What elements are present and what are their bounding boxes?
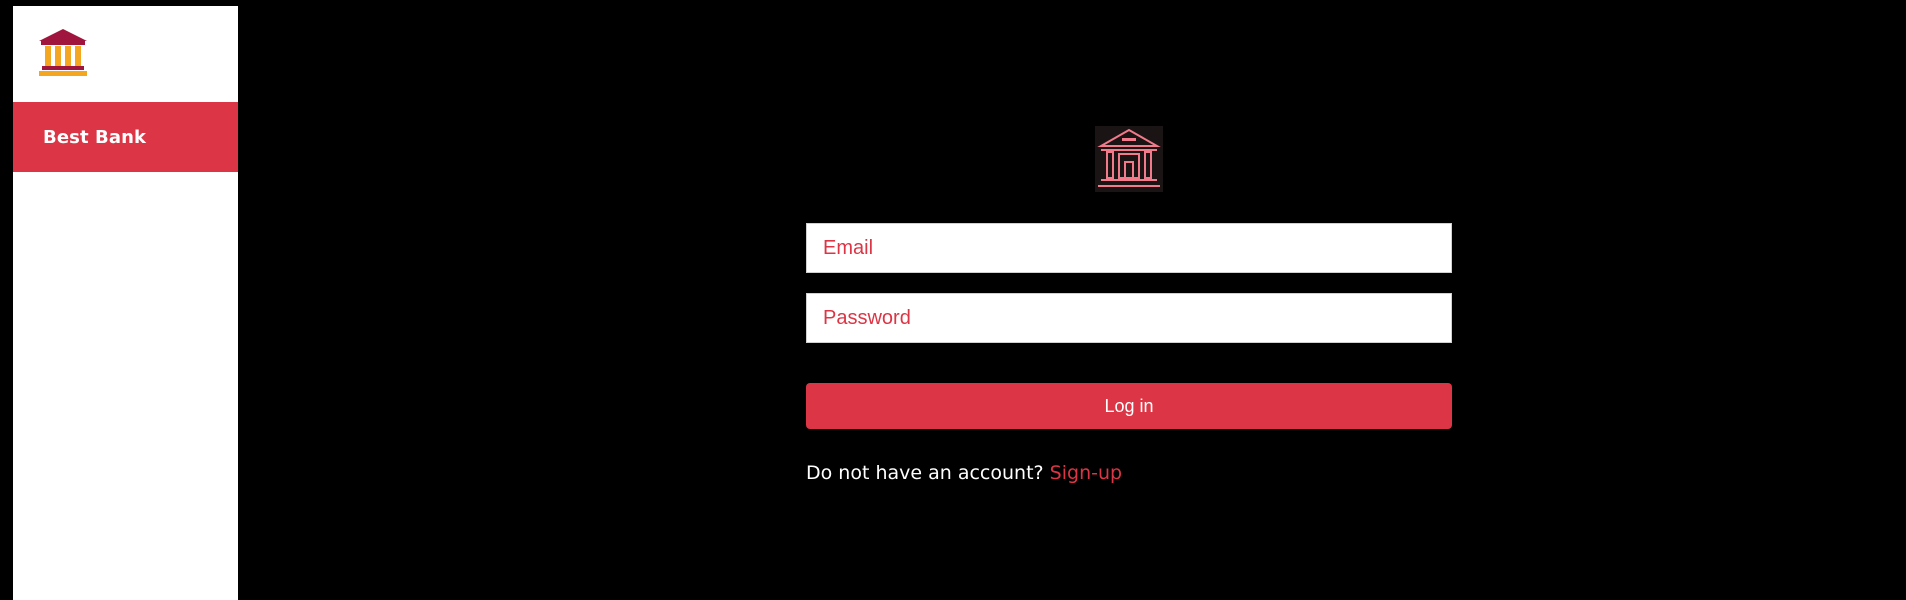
neon-bank-icon	[1095, 126, 1163, 192]
login-button[interactable]: Log in	[806, 383, 1452, 429]
brand-label: Best Bank	[43, 126, 147, 148]
signup-link[interactable]: Sign-up	[1050, 462, 1122, 484]
sidebar: Best Bank	[13, 6, 238, 600]
bank-icon[interactable]	[37, 27, 89, 79]
sidebar-item-best-bank[interactable]: Best Bank	[13, 102, 238, 172]
email-field[interactable]	[806, 223, 1452, 273]
page: Best Bank Log in Do	[0, 0, 1906, 600]
password-field[interactable]	[806, 293, 1452, 343]
signup-prompt-line: Do not have an account? Sign-up	[806, 462, 1122, 484]
signup-prompt: Do not have an account?	[806, 462, 1044, 484]
